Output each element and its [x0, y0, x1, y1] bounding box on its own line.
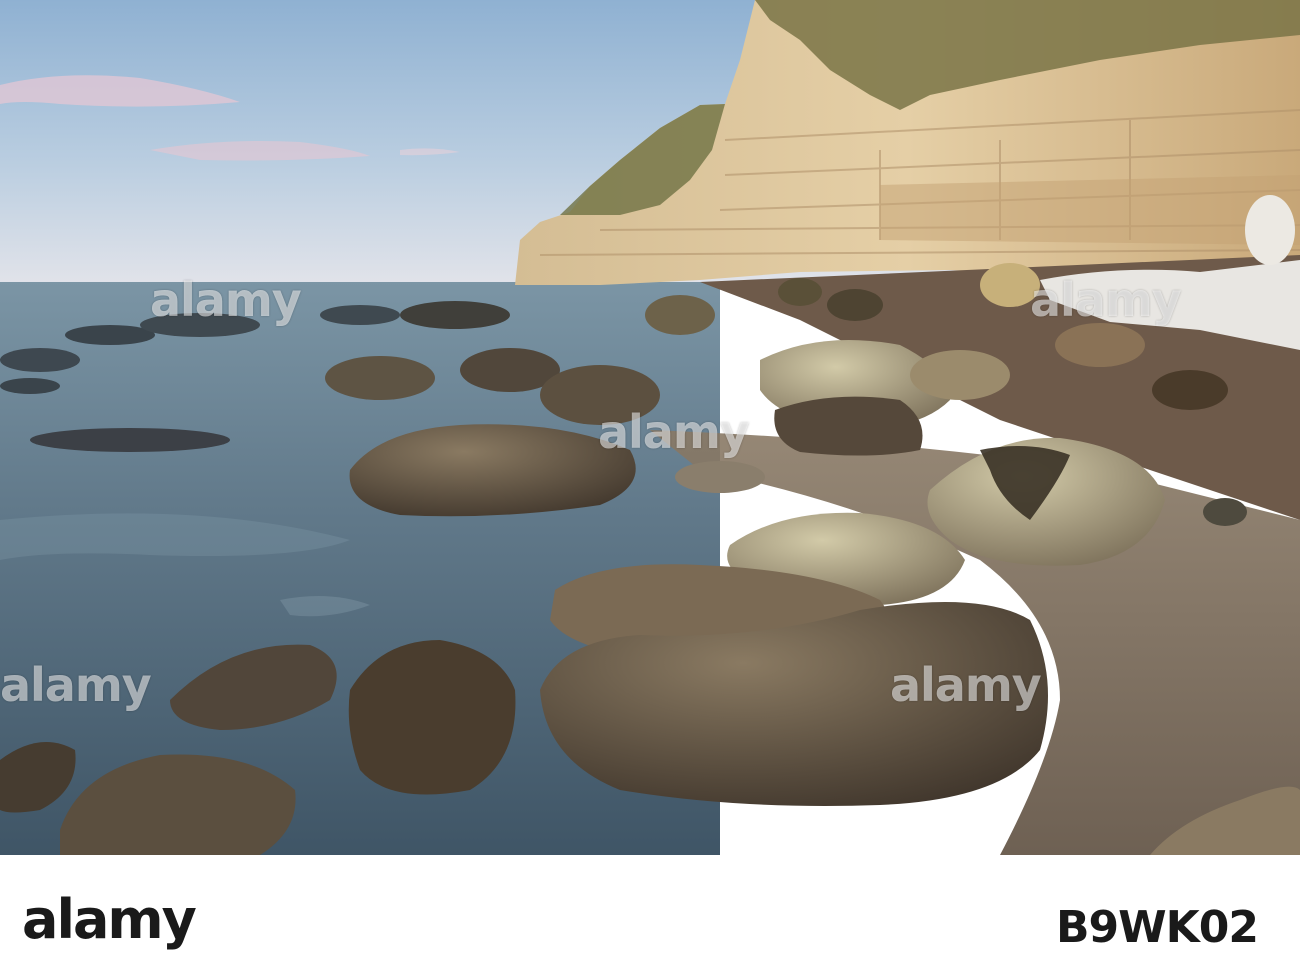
alamy-logo[interactable]: alamy [22, 893, 197, 947]
watermark-text: alamy [1030, 273, 1182, 327]
watermark-text: alamy [598, 405, 750, 459]
logo-text: alamy [22, 888, 197, 951]
watermark-text: alamy [150, 273, 302, 327]
landscape-photo: alamy alamy alamy alamy alamy [0, 0, 1300, 855]
image-id: B9WK02 [1055, 902, 1259, 953]
watermark-text: alamy [890, 658, 1042, 712]
watermark-text: alamy [0, 658, 152, 712]
